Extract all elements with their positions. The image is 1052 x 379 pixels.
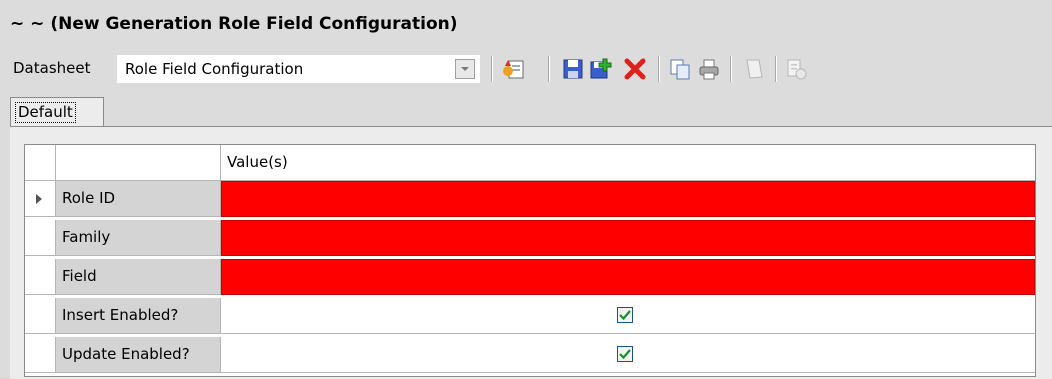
row-selector[interactable] <box>25 259 56 295</box>
insert-enabled-value <box>221 298 1035 334</box>
datasheet-select[interactable]: Role Field Configuration <box>117 55 480 83</box>
delete-icon[interactable] <box>623 57 647 81</box>
row-selector[interactable] <box>25 181 56 217</box>
row-label: Field <box>56 259 221 295</box>
row-label: Role ID <box>56 181 221 217</box>
role-id-value[interactable] <box>221 181 1035 217</box>
toolbar-separator <box>548 56 550 82</box>
datasheet-label: Datasheet <box>13 59 91 77</box>
check-icon <box>619 310 631 321</box>
header-label-cell <box>56 145 221 181</box>
row-selector[interactable] <box>25 298 56 334</box>
insert-enabled-checkbox[interactable] <box>617 307 633 323</box>
row-label: Insert Enabled? <box>56 298 221 334</box>
header-values-cell: Value(s) <box>221 145 1035 181</box>
current-row-icon <box>36 194 42 204</box>
datasheet-panel: ~ ~ (New Generation Role Field Configura… <box>0 0 1052 379</box>
blank-icon <box>741 57 765 81</box>
datasheet-select-value: Role Field Configuration <box>125 60 304 78</box>
update-enabled-value <box>221 337 1035 373</box>
print-icon[interactable] <box>697 57 721 81</box>
data-grid: Value(s) Role ID Family Field Insert Ena… <box>24 144 1036 377</box>
table-row[interactable]: Role ID <box>25 181 1035 217</box>
add-icon[interactable] <box>588 57 612 81</box>
new-record-icon[interactable] <box>502 57 526 81</box>
header-corner-cell <box>25 145 56 181</box>
save-icon[interactable] <box>561 57 585 81</box>
row-selector[interactable] <box>25 220 56 256</box>
row-label: Family <box>56 220 221 256</box>
toolbar-separator <box>730 56 732 82</box>
row-label: Update Enabled? <box>56 337 221 373</box>
tab-default-label: Default <box>15 102 76 123</box>
toolbar: Datasheet Role Field Configuration <box>0 52 1052 84</box>
chevron-down-icon[interactable] <box>455 59 475 79</box>
grid-header-row: Value(s) <box>25 145 1035 181</box>
table-row[interactable]: Field <box>25 259 1035 295</box>
table-row[interactable]: Update Enabled? <box>25 337 1035 373</box>
family-value[interactable] <box>221 220 1035 256</box>
row-selector[interactable] <box>25 337 56 373</box>
check-icon <box>619 349 631 360</box>
toolbar-separator <box>491 56 493 82</box>
toolbar-separator <box>658 56 660 82</box>
report-icon <box>784 57 808 81</box>
tab-default[interactable]: Default <box>10 97 104 127</box>
copy-icon[interactable] <box>668 57 692 81</box>
table-row[interactable]: Family <box>25 220 1035 256</box>
page-title: ~ ~ (New Generation Role Field Configura… <box>10 14 458 34</box>
field-value[interactable] <box>221 259 1035 295</box>
toolbar-separator <box>775 56 777 82</box>
table-row[interactable]: Insert Enabled? <box>25 298 1035 334</box>
update-enabled-checkbox[interactable] <box>617 346 633 362</box>
